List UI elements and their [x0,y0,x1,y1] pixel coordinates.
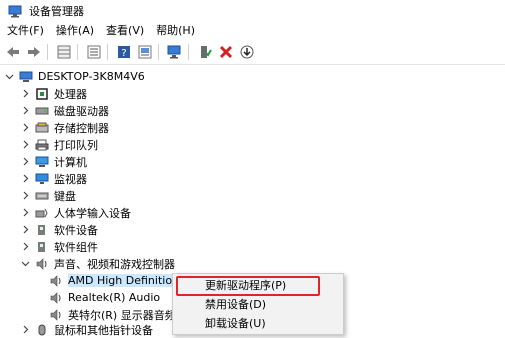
chevron-right-icon[interactable] [20,242,30,252]
chevron-down-icon[interactable] [4,72,14,82]
menu-view[interactable]: 查看(V) [100,22,150,40]
forward-arrow-icon[interactable] [25,43,43,61]
menu-bar: 文件(F) 操作(A) 查看(V) 帮助(H) [0,22,505,40]
remove-device-icon[interactable] [217,43,235,61]
hid-icon [35,207,49,219]
tree-item-label: 计算机 [54,155,87,169]
chevron-right-icon[interactable] [20,106,30,116]
tree-item-label: 打印队列 [54,138,98,152]
toolbar-separator [107,44,108,60]
tree-item-hid[interactable]: 人体学输入设备 [20,204,131,221]
tree-item-mouse[interactable]: 鼠标和其他指针设备 [20,321,153,338]
chevron-right-icon[interactable] [20,191,30,201]
tree-item-processor[interactable]: 处理器 [20,85,87,102]
properties-grid-icon[interactable] [55,43,73,61]
printer-icon [35,139,49,151]
tree-item-label: 处理器 [54,87,87,101]
tree-item-disk[interactable]: 磁盘驱动器 [20,102,109,119]
back-arrow-icon[interactable] [4,43,22,61]
tree-item-label: 磁盘驱动器 [54,104,109,118]
tree-item-label: Realtek(R) Audio [68,291,161,304]
tree-root[interactable]: DESKTOP-3K8M4V6 [4,68,145,85]
tree-item-print-queue[interactable]: 打印队列 [20,136,98,153]
tree-item-label: 软件设备 [54,223,98,237]
toolbar-separator [158,44,159,60]
update-driver-icon[interactable] [238,43,256,61]
window-title: 设备管理器 [29,5,84,18]
chevron-right-icon[interactable] [20,89,30,99]
menu-action[interactable]: 操作(A) [50,22,100,40]
chevron-right-icon[interactable] [20,208,30,218]
computer-icon [19,71,33,83]
chevron-down-icon[interactable] [20,259,30,269]
tree-item-label: 声音、视频和游戏控制器 [54,257,175,271]
view-list-icon[interactable] [85,43,103,61]
tree-item-software-device[interactable]: 软件设备 [20,221,98,238]
enable-device-icon[interactable] [196,43,214,61]
tree-item-storage[interactable]: 存储控制器 [20,119,109,136]
storage-controller-icon [35,122,49,134]
toolbar-separator [188,44,189,60]
scan-hardware-icon[interactable] [166,43,184,61]
monitor-icon [35,173,49,185]
chevron-right-icon[interactable] [20,325,30,335]
software-device-icon [35,224,49,236]
menu-help[interactable]: 帮助(H) [150,22,201,40]
tree-item-sound[interactable]: 声音、视频和游戏控制器 [20,255,175,272]
tree-child-realtek-audio[interactable]: Realtek(R) Audio [44,289,160,306]
mouse-icon [35,324,49,336]
context-update-driver[interactable]: 更新驱动程序(P) [173,276,343,295]
chevron-right-icon[interactable] [20,123,30,133]
disk-drive-icon [35,105,49,117]
tree-item-software-component[interactable]: 软件组件 [20,238,98,255]
tree-item-label: 软件组件 [54,240,98,254]
keyboard-icon [35,190,49,202]
chevron-right-icon[interactable] [20,174,30,184]
sound-icon [35,257,49,270]
speaker-icon [49,291,63,304]
tree-item-keyboard[interactable]: 键盘 [20,187,76,204]
processor-icon [35,87,49,100]
software-component-icon [35,241,49,253]
chevron-right-icon[interactable] [20,225,30,235]
context-disable-device[interactable]: 禁用设备(D) [173,295,343,314]
speaker-icon [49,308,63,321]
svg-text:?: ? [121,48,126,59]
tree-item-label: 鼠标和其他指针设备 [54,323,153,337]
tree-item-label: 存储控制器 [54,121,109,135]
help-icon[interactable]: ? [115,43,133,61]
context-uninstall-device[interactable]: 卸载设备(U) [173,314,343,333]
toolbar: ? [0,40,505,65]
tree-item-computer[interactable]: 计算机 [20,153,87,170]
computer-icon [35,156,49,168]
tree-item-label: 键盘 [54,189,76,203]
menu-file[interactable]: 文件(F) [0,22,50,40]
toolbar-separator [77,44,78,60]
tree-item-label: 人体学输入设备 [54,206,131,220]
chevron-right-icon[interactable] [20,157,30,167]
chevron-right-icon[interactable] [20,140,30,150]
device-manager-icon [8,5,22,18]
tree-item-monitor[interactable]: 监视器 [20,170,87,187]
toolbar-separator [47,44,48,60]
tree-item-label: 监视器 [54,172,87,186]
tree-root-label: DESKTOP-3K8M4V6 [38,70,145,83]
title-bar: 设备管理器 [0,0,505,22]
speaker-icon [49,274,63,287]
monitor-list-icon[interactable] [136,43,154,61]
